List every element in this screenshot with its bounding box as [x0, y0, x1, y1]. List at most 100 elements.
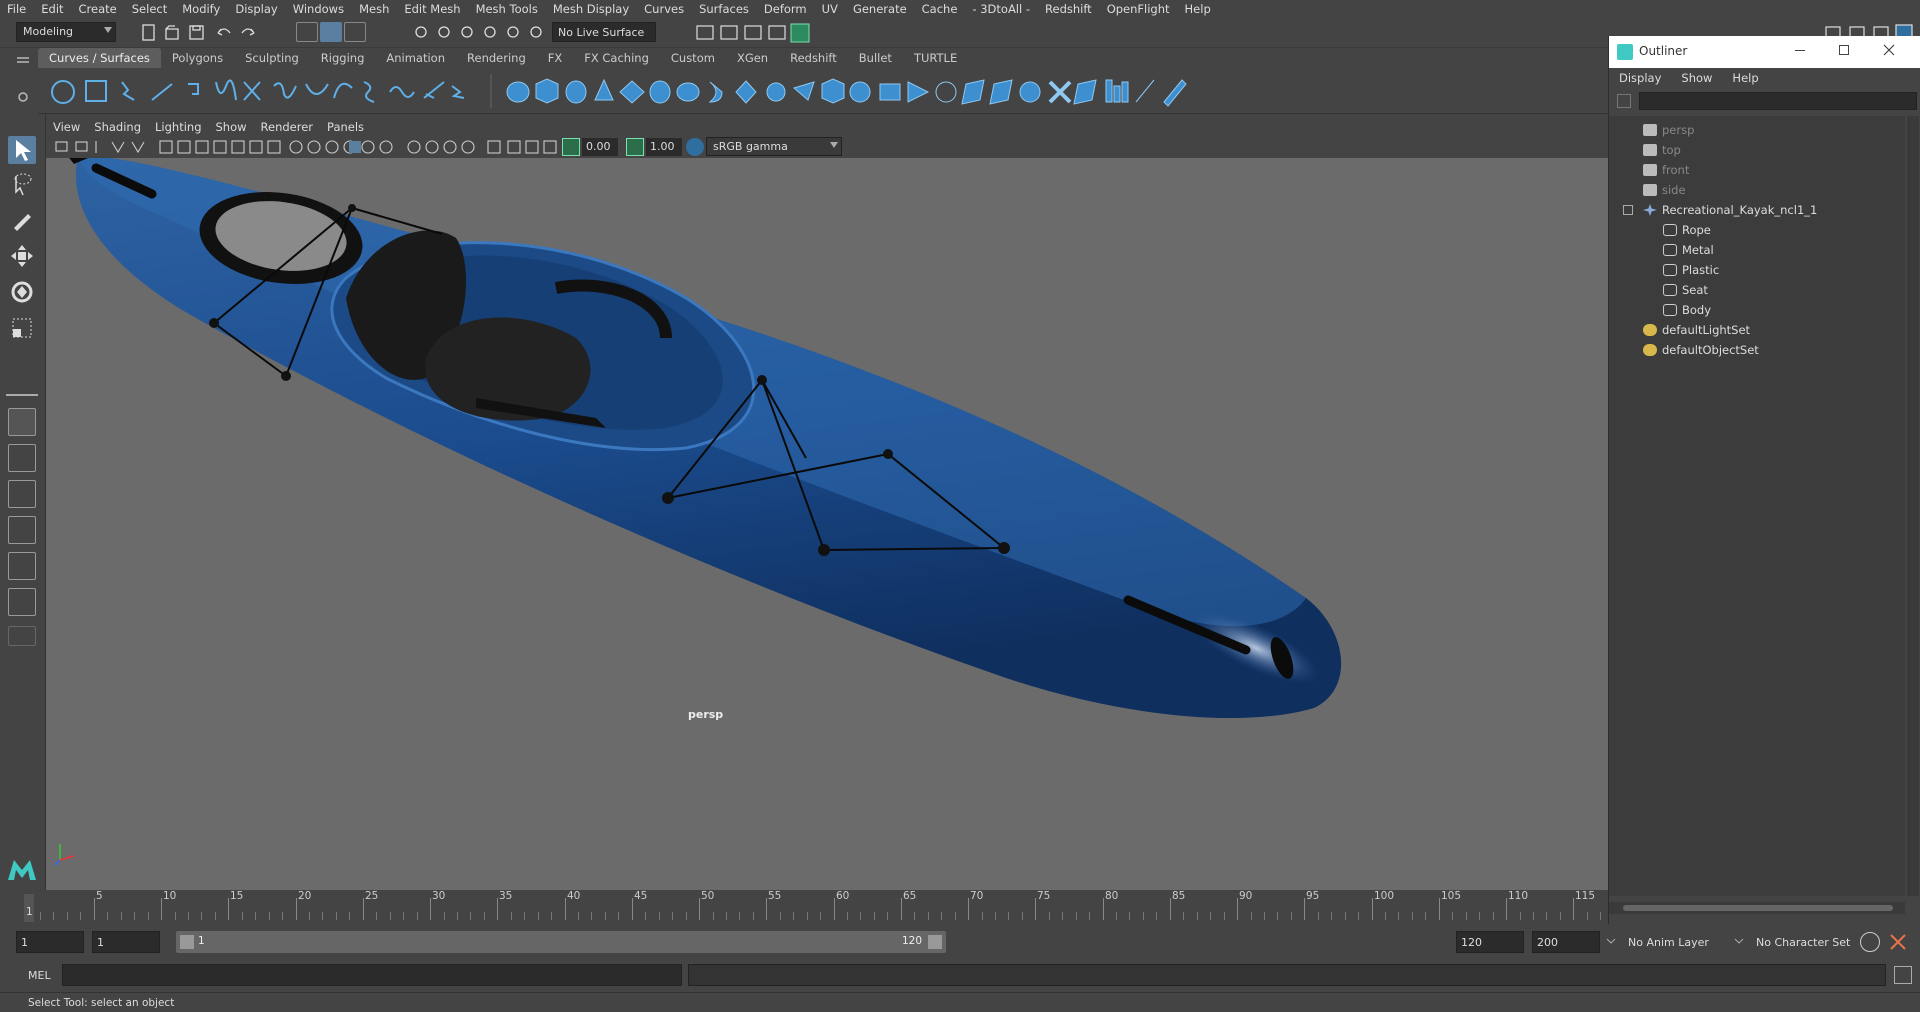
shelf-tab-1[interactable]: Polygons [161, 48, 234, 68]
live-surface-field[interactable]: No Live Surface [552, 22, 656, 42]
gamma-toggle-icon[interactable] [626, 138, 644, 156]
outliner-row[interactable]: Metal [1663, 240, 1714, 260]
four-view-layout-icon[interactable] [8, 444, 36, 472]
paint-select-icon[interactable] [8, 206, 36, 234]
animation-end-field[interactable]: 200 [1532, 931, 1600, 953]
lasso-tool-icon[interactable] [8, 170, 36, 198]
rotate-tool-icon[interactable] [8, 278, 36, 306]
shelf-tab-9[interactable]: XGen [726, 48, 779, 68]
outliner-horizontal-scrollbar[interactable] [1609, 902, 1905, 914]
menu-18[interactable]: Redshift [1038, 2, 1100, 16]
panel-menu-3[interactable]: Show [209, 120, 254, 134]
maximize-icon[interactable] [1839, 45, 1849, 55]
select-by-component-icon[interactable] [344, 22, 366, 42]
toolbox-options-icon[interactable] [8, 626, 36, 646]
hypershade-layout-icon[interactable] [8, 552, 36, 580]
menu-6[interactable]: Windows [286, 2, 352, 16]
outliner-row[interactable]: front [1643, 160, 1689, 180]
select-by-object-icon[interactable] [320, 22, 342, 42]
range-slider[interactable]: 1 120 [176, 931, 946, 953]
panel-menu-1[interactable]: Shading [87, 120, 148, 134]
snap-icons[interactable] [410, 22, 550, 44]
range-start-handle[interactable] [180, 935, 194, 949]
shelf-tab-8[interactable]: Custom [660, 48, 726, 68]
outliner-menu-0[interactable]: Display [1609, 71, 1671, 85]
outliner-row[interactable]: Plastic [1663, 260, 1719, 280]
menu-13[interactable]: Deform [757, 2, 815, 16]
menu-20[interactable]: Help [1178, 2, 1219, 16]
minimize-icon[interactable] [1795, 50, 1805, 51]
range-end-handle[interactable] [928, 935, 942, 949]
menu-19[interactable]: OpenFlight [1100, 2, 1178, 16]
select-by-hierarchy-icon[interactable] [296, 22, 318, 42]
shelf-tab-2[interactable]: Sculpting [234, 48, 310, 68]
gamma-field[interactable]: 1.00 [646, 138, 682, 156]
shelf-tab-6[interactable]: FX [537, 48, 574, 68]
single-view-layout-icon[interactable] [8, 408, 36, 436]
menu-11[interactable]: Curves [637, 2, 692, 16]
outliner-row[interactable]: Recreational_Kayak_ncl1_1 [1623, 200, 1817, 220]
outliner-search-input[interactable] [1639, 92, 1917, 110]
shelf-menu-icon[interactable] [14, 54, 32, 68]
shelf-tab-5[interactable]: Rendering [456, 48, 537, 68]
close-icon[interactable] [1883, 44, 1895, 56]
playback-start-field[interactable]: 1 [92, 931, 160, 953]
outliner-menu-2[interactable]: Help [1722, 71, 1768, 85]
time-slider[interactable]: 1 5 10 15 20 25 30 35 40 45 50 55 60 65 70 75 80 85 90 95 1… [0, 890, 1608, 924]
collapse-icon[interactable] [1623, 205, 1633, 215]
auto-key-icon[interactable] [1860, 932, 1880, 952]
outliner-row[interactable]: persp [1643, 120, 1694, 140]
outliner-filter-icon[interactable] [1617, 94, 1631, 108]
panel-menu-4[interactable]: Renderer [254, 120, 321, 134]
shelf-tab-4[interactable]: Animation [375, 48, 456, 68]
outliner-row[interactable]: defaultObjectSet [1643, 340, 1759, 360]
workspace-selector[interactable]: Modeling [16, 22, 116, 42]
exposure-toggle-icon[interactable] [562, 138, 580, 156]
panel-menu-0[interactable]: View [46, 120, 87, 134]
menu-15[interactable]: Generate [846, 2, 915, 16]
menu-8[interactable]: Edit Mesh [397, 2, 468, 16]
menu-10[interactable]: Mesh Display [546, 2, 637, 16]
shelf-tab-12[interactable]: TURTLE [903, 48, 968, 68]
color-management-icon[interactable] [686, 138, 704, 156]
outliner-row[interactable]: side [1643, 180, 1686, 200]
menu-0[interactable]: File [0, 2, 34, 16]
color-space-selector[interactable]: sRGB gamma [706, 137, 842, 156]
shelf-settings-icon[interactable] [14, 88, 32, 106]
menu-14[interactable]: UV [815, 2, 846, 16]
shelf-tab-10[interactable]: Redshift [779, 48, 848, 68]
perspective-viewport[interactable]: persp [46, 158, 1608, 890]
outliner-row[interactable]: Seat [1663, 280, 1708, 300]
move-tool-icon[interactable] [8, 242, 36, 270]
outliner-persp-layout-icon[interactable] [8, 480, 36, 508]
menu-12[interactable]: Surfaces [692, 2, 757, 16]
scrollbar-thumb[interactable] [1623, 905, 1893, 911]
render-icons[interactable] [692, 21, 812, 45]
menu-9[interactable]: Mesh Tools [469, 2, 546, 16]
menu-1[interactable]: Edit [34, 2, 71, 16]
animation-start-field[interactable]: 1 [16, 931, 84, 953]
playback-end-field[interactable]: 120 [1456, 931, 1524, 953]
outliner-vertical-scrollbar[interactable] [1907, 116, 1919, 896]
menu-4[interactable]: Modify [175, 2, 228, 16]
character-set-selector[interactable]: No Character Set [1756, 936, 1850, 949]
menu-2[interactable]: Create [72, 2, 125, 16]
menu-16[interactable]: Cache [915, 2, 966, 16]
script-language-label[interactable]: MEL [28, 969, 51, 982]
uv-layout-icon[interactable] [8, 588, 36, 616]
anim-layer-dropdown-icon[interactable] [1606, 936, 1616, 946]
panel-menu-2[interactable]: Lighting [148, 120, 208, 134]
select-tool-icon[interactable] [8, 136, 36, 164]
outliner-row[interactable]: Rope [1663, 220, 1711, 240]
shelf-tab-3[interactable]: Rigging [310, 48, 376, 68]
preferences-icon[interactable] [1888, 932, 1908, 952]
script-editor-icon[interactable] [1894, 966, 1912, 984]
character-set-dropdown-icon[interactable] [1734, 936, 1744, 946]
shelf-tab-11[interactable]: Bullet [848, 48, 903, 68]
outliner-menu-1[interactable]: Show [1671, 71, 1722, 85]
shelf-icons[interactable] [38, 68, 1608, 114]
shelf-tab-7[interactable]: FX Caching [573, 48, 660, 68]
shelf-tab-0[interactable]: Curves / Surfaces [38, 48, 161, 68]
menu-3[interactable]: Select [125, 2, 175, 16]
menu-5[interactable]: Display [228, 2, 285, 16]
